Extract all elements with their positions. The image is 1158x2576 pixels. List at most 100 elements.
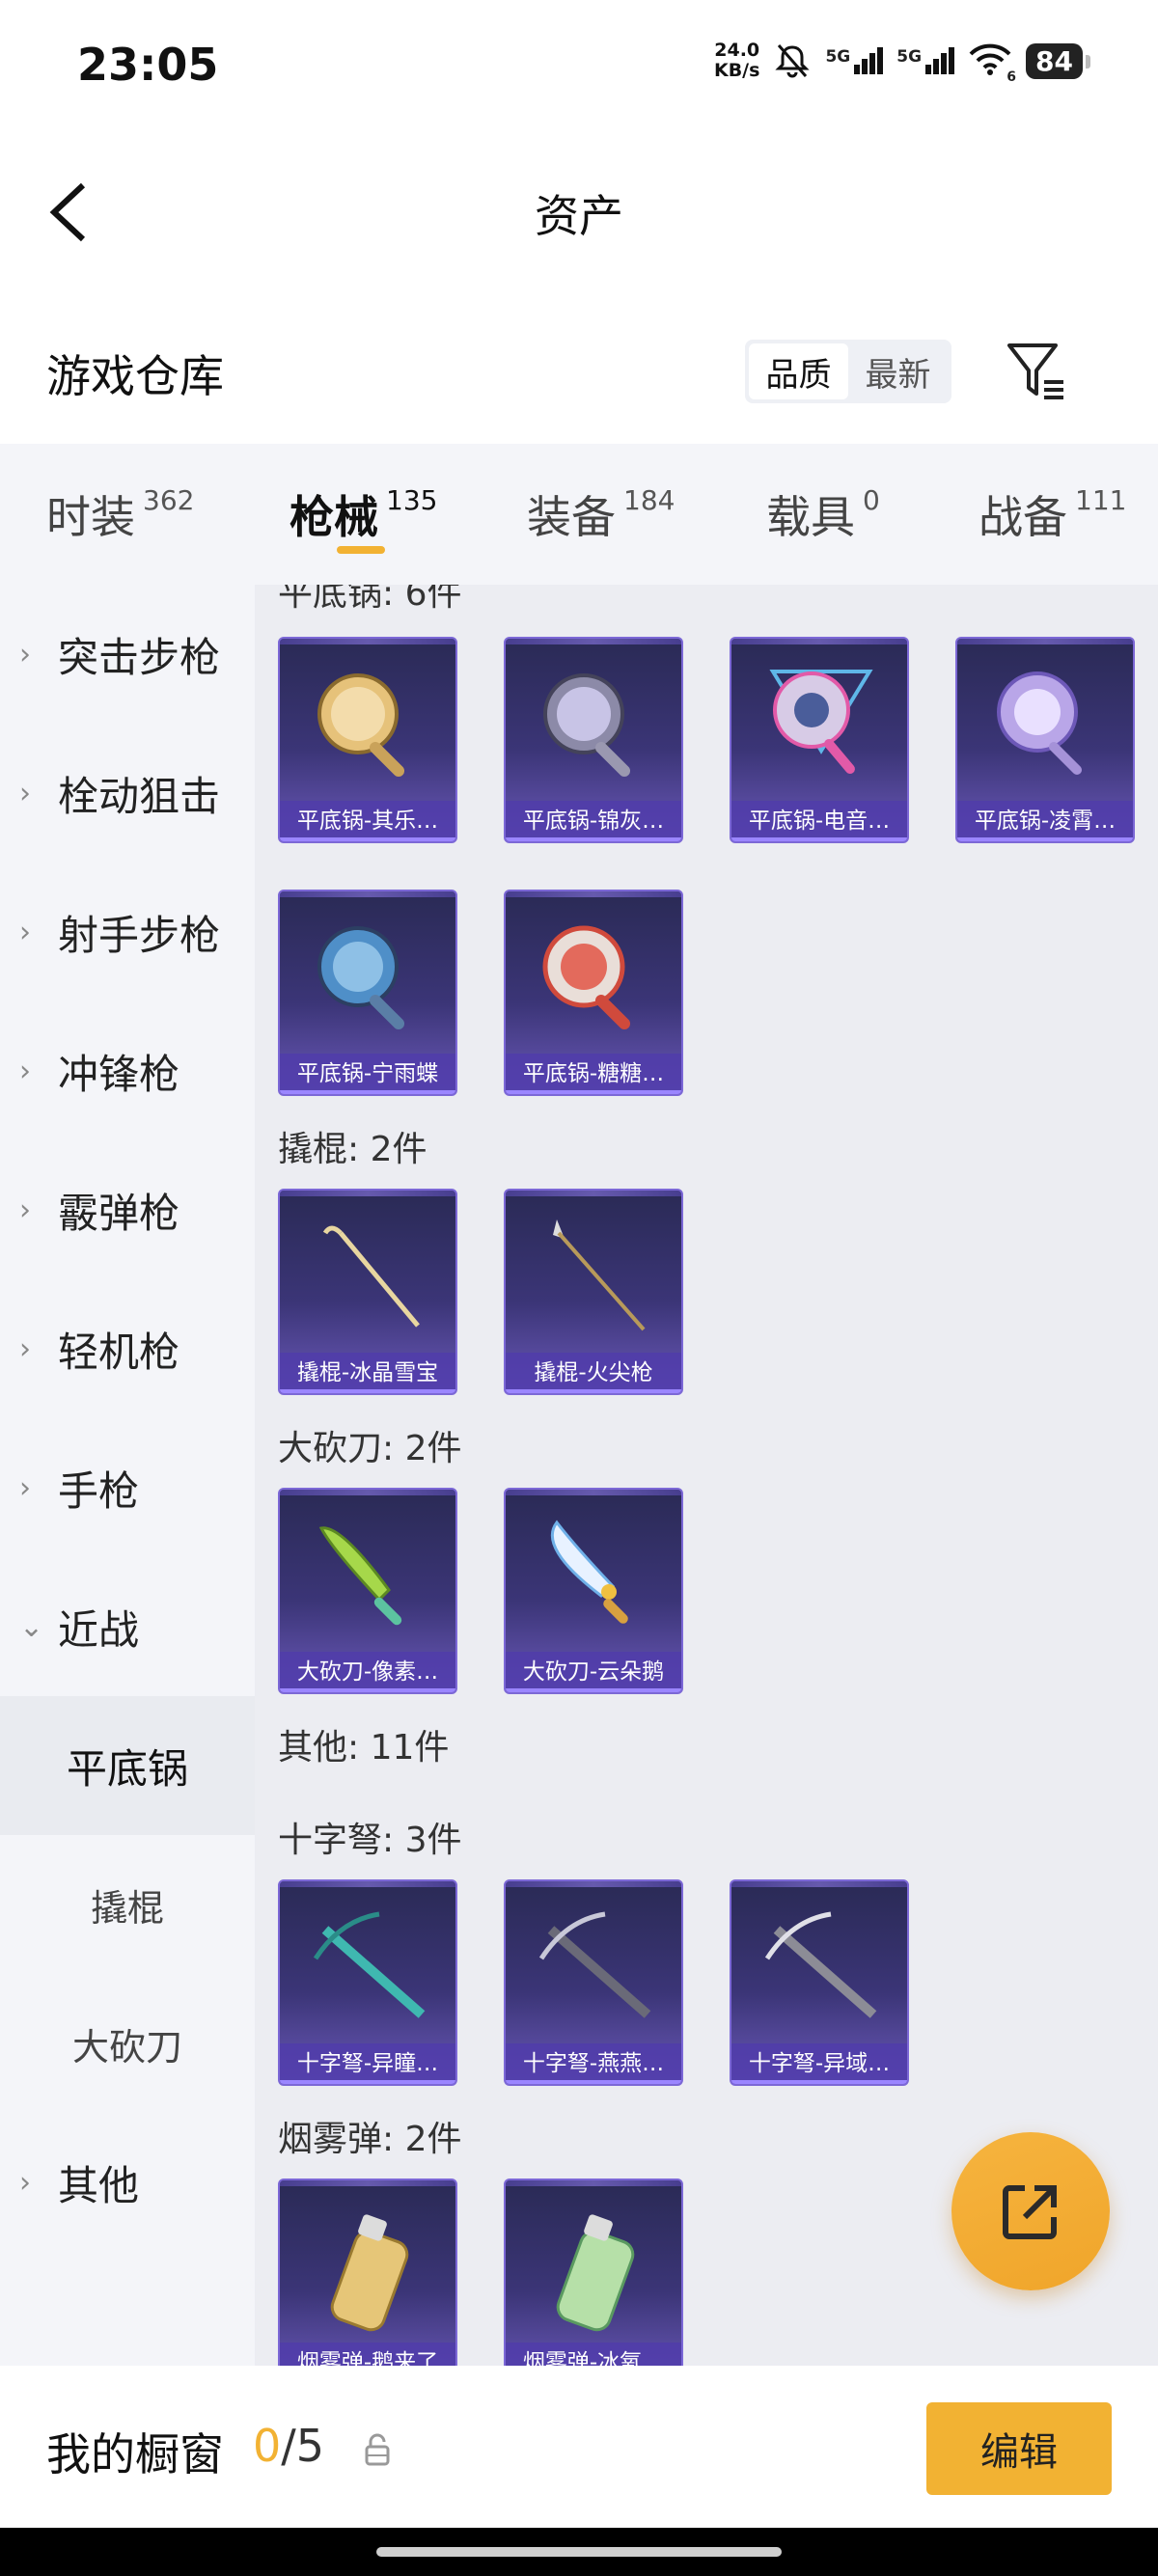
page-title: 资产 (535, 190, 623, 242)
machete-icon (318, 1526, 402, 1626)
home-indicator[interactable] (376, 2547, 782, 2557)
section-heading: 平底锅: 6件 (278, 585, 462, 614)
tab-fashion[interactable]: 时装 362 (46, 482, 194, 546)
wifi-icon: 6 (968, 42, 1016, 85)
edit-button[interactable]: 编辑 (926, 2402, 1112, 2495)
tab-count: 111 (1075, 484, 1127, 516)
showcase-separator: / (281, 2420, 296, 2472)
pan-icon (997, 671, 1083, 776)
pan-icon (317, 926, 405, 1030)
section-heading: 其他: 11件 (278, 1728, 450, 1768)
tab-supplies[interactable]: 战备 111 (979, 482, 1126, 546)
tab-count: 184 (623, 484, 676, 516)
chevron-right-icon: › (19, 1331, 31, 1366)
section-heading: 烟雾弹: 2件 (278, 2120, 462, 2159)
chevron-right-icon: › (19, 2165, 31, 2200)
sidebar-item-melee[interactable]: ⌄ 近战 (0, 1557, 255, 1696)
lock-icon (365, 2433, 390, 2466)
item-card[interactable]: 平底锅-其乐… (278, 637, 457, 843)
chevron-right-icon: › (19, 637, 31, 671)
item-card[interactable]: 十字弩-异域… (730, 1879, 909, 2086)
item-card[interactable]: 平底锅-电音… (730, 637, 909, 843)
item-card[interactable]: 十字弩-异瞳… (278, 1879, 457, 2086)
item-name: 平底锅-宁雨蝶 (280, 1054, 455, 1094)
pan-icon (317, 673, 405, 778)
item-card[interactable]: 烟雾弹-鹅来了 (278, 2179, 457, 2366)
section-heading: 大砍刀: 2件 (278, 1429, 462, 1468)
tab-equipment[interactable]: 装备 184 (527, 482, 675, 546)
net-speed-unit: KB/s (713, 60, 760, 81)
category-tabs: 时装 362 枪械 135 装备 184 载具 0 战备 111 (0, 444, 1158, 585)
item-card[interactable]: 平底锅-宁雨蝶 (278, 890, 457, 1096)
item-card[interactable]: 撬棍-冰晶雪宝 (278, 1189, 457, 1395)
item-card[interactable]: 平底锅-凌霄… (955, 637, 1135, 843)
system-nav-bar (0, 2528, 1158, 2576)
item-name: 烟雾弹-鹅来了 (280, 2343, 455, 2366)
signal-label-2: 5G (896, 47, 923, 67)
share-button[interactable] (951, 2132, 1110, 2290)
item-name: 撬棍-火尖枪 (506, 1353, 681, 1393)
sort-toggle: 品质 最新 (745, 340, 951, 403)
sidebar-item-label: 冲锋枪 (58, 1050, 180, 1098)
item-name: 平底锅-电音… (731, 801, 907, 841)
item-card[interactable]: 烟雾弹-冰氧… (504, 2179, 683, 2366)
spear-icon (553, 1219, 646, 1331)
sidebar-sub-crowbar[interactable]: 撬棍 (0, 1835, 255, 1974)
crossbow-icon (538, 1911, 651, 2018)
sort-latest-button[interactable]: 最新 (848, 343, 948, 399)
status-time: 23:05 (77, 39, 219, 91)
item-card[interactable]: 十字弩-燕燕… (504, 1879, 683, 2086)
tab-label: 装备 (527, 491, 616, 543)
sidebar-item-bolt-sniper[interactable]: › 栓动狙击 (0, 724, 255, 863)
item-card[interactable]: 大砍刀-像素… (278, 1488, 457, 1694)
item-card[interactable]: 平底锅-糖糖… (504, 890, 683, 1096)
sidebar-sub-pan[interactable]: 平底锅 (0, 1696, 255, 1835)
sidebar-item-shotgun[interactable]: › 霰弹枪 (0, 1140, 255, 1279)
item-name: 平底锅-锦灰… (506, 801, 681, 841)
item-card[interactable]: 平底锅-锦灰… (504, 637, 683, 843)
item-name: 十字弩-燕燕… (506, 2043, 681, 2084)
sidebar-item-marksman-rifle[interactable]: › 射手步枪 (0, 863, 255, 1001)
tab-label: 枪械 (290, 491, 378, 543)
crossbow-icon (313, 1911, 426, 2018)
net-speed: 24.0 KB/s (714, 41, 759, 81)
warehouse-row: 游戏仓库 品质 最新 (0, 286, 1158, 444)
item-card[interactable]: 撬棍-火尖枪 (504, 1189, 683, 1395)
sidebar-item-label: 近战 (58, 1605, 140, 1654)
sidebar-sub-machete[interactable]: 大砍刀 (0, 1974, 255, 2113)
sidebar-item-other[interactable]: › 其他 (0, 2113, 255, 2252)
status-icons: 24.0 KB/s 5G 5G 6 84 (714, 41, 1090, 85)
tab-label: 战备 (979, 491, 1067, 543)
tab-vehicles[interactable]: 载具 0 (766, 482, 880, 546)
sidebar-item-lmg[interactable]: › 轻机枪 (0, 1279, 255, 1418)
tab-count: 362 (143, 484, 195, 516)
chevron-right-icon: › (19, 1470, 31, 1505)
sidebar-item-smg[interactable]: › 冲锋枪 (0, 1001, 255, 1140)
tab-label: 时装 (46, 491, 135, 543)
tab-firearms[interactable]: 枪械 135 (290, 482, 437, 546)
status-bar: 23:05 24.0 KB/s 5G 5G 6 84 (0, 0, 1158, 131)
section-heading: 十字弩: 3件 (278, 1821, 462, 1860)
pan-icon (543, 673, 631, 778)
item-card[interactable]: 大砍刀-云朵鹅 (504, 1488, 683, 1694)
chevron-right-icon: › (19, 1054, 31, 1088)
sidebar-item-pistol[interactable]: › 手枪 (0, 1418, 255, 1557)
showcase-bar: 我的橱窗 0/5 编辑 (0, 2366, 1158, 2528)
pan-icon (542, 925, 631, 1030)
showcase-max: 5 (295, 2420, 325, 2472)
tab-count: 135 (386, 484, 438, 516)
sidebar-item-label: 栓动狙击 (58, 772, 221, 820)
filter-button[interactable] (1002, 336, 1071, 405)
sort-quality-button[interactable]: 品质 (749, 343, 848, 399)
item-name: 十字弩-异域… (731, 2043, 907, 2084)
sidebar-item-label: 射手步枪 (58, 911, 221, 959)
tab-count: 0 (863, 484, 880, 516)
crossbow-icon (764, 1911, 877, 2018)
sidebar-item-assault-rifle[interactable]: › 突击步枪 (0, 585, 255, 724)
signal-icon-1: 5G (825, 47, 884, 74)
sidebar-item-label: 其他 (58, 2161, 140, 2209)
wifi-label: 6 (1006, 69, 1017, 85)
showcase-current: 0 (253, 2420, 282, 2472)
item-name: 平底锅-其乐… (280, 801, 455, 841)
sidebar-item-label: 突击步枪 (58, 633, 221, 681)
